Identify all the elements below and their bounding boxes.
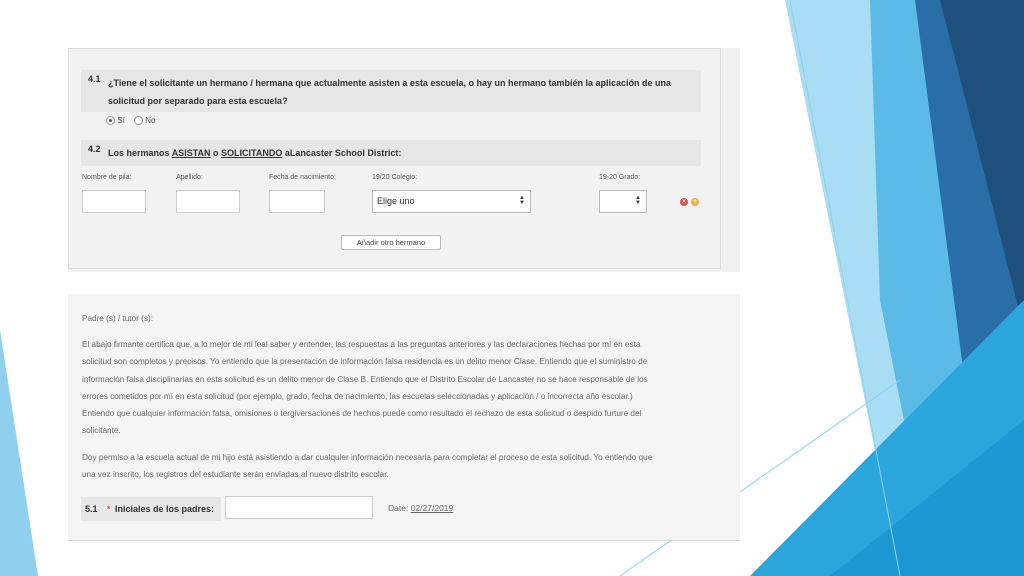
radio-option-si[interactable]: Sí bbox=[106, 116, 125, 126]
certification-paragraph-1: El abajo firmante certifica que, a lo me… bbox=[82, 336, 742, 440]
guardian-label: Padre (s) / tutor (s): bbox=[82, 314, 153, 323]
paragraph-line: solicitante. bbox=[82, 426, 121, 436]
certification-paragraph-2: Doy permiso a la escuela actual de mi hi… bbox=[82, 449, 742, 484]
grade-select[interactable]: ▲ ▼ bbox=[599, 190, 647, 213]
radio-label-si: Sí bbox=[117, 116, 125, 125]
paragraph-line: errores cometidos por mí en esta solicit… bbox=[82, 391, 633, 401]
last-name-input[interactable] bbox=[176, 190, 240, 213]
date-display: Date: 02/27/2019 bbox=[388, 503, 453, 513]
date-value: 02/27/2019 bbox=[410, 503, 454, 513]
left-light-wedge bbox=[0, 330, 38, 576]
radio-label-no: No bbox=[145, 116, 156, 125]
first-name-label: Nombre de pila: bbox=[82, 174, 132, 181]
required-mark: * bbox=[107, 504, 111, 514]
paragraph-line: El abajo firmante certifica que, a lo me… bbox=[82, 340, 641, 349]
remove-icon[interactable]: × bbox=[680, 198, 688, 206]
paragraph-line: información falsa disciplinarias en esta… bbox=[82, 374, 648, 384]
last-name-label: Apellido: bbox=[176, 174, 203, 181]
add-icon[interactable]: + bbox=[691, 198, 699, 206]
asistan-link: ASISTAN bbox=[171, 148, 211, 158]
question-connector: o bbox=[210, 148, 222, 158]
initials-label: Iniciales de los padres: bbox=[115, 504, 215, 514]
question-prefix: Los hermanos bbox=[108, 148, 172, 158]
select-arrows-icon: ▲ ▼ bbox=[519, 195, 525, 206]
question-4-1: 4.1 ¿Tiene el solicitante un hermano / h… bbox=[81, 70, 701, 112]
paragraph-line: solicitud son completos y precisos. Yo e… bbox=[82, 357, 648, 367]
radio-unselected-icon[interactable] bbox=[134, 116, 143, 126]
question-number: 5.1 bbox=[85, 504, 98, 514]
question-text-line-1: ¿Tiene el solicitante un hermano / herma… bbox=[108, 78, 672, 88]
question-number: 4.1 bbox=[88, 74, 101, 84]
radio-option-no[interactable]: No bbox=[134, 116, 156, 126]
select-arrows-icon: ▲ ▼ bbox=[635, 195, 641, 206]
paragraph-line: Entiendo que cualquier información falsa… bbox=[82, 409, 642, 419]
dob-label: Fecha de nacimiento: bbox=[269, 174, 336, 181]
question-number: 4.2 bbox=[88, 144, 101, 154]
question-5-1: 5.1 * Iniciales de los padres: bbox=[81, 497, 221, 521]
paragraph-line: una vez inscrito, los registros del estu… bbox=[82, 470, 389, 480]
first-name-input[interactable] bbox=[82, 190, 146, 213]
grade-label: 19-20 Grado: bbox=[599, 174, 641, 181]
add-sibling-button[interactable]: Añadir otro hermano bbox=[341, 235, 441, 250]
dob-input[interactable] bbox=[269, 190, 325, 213]
question-text-line-2: solicitud por separado para esta escuela… bbox=[108, 96, 288, 106]
school-label: 19/20 Colegio: bbox=[372, 174, 418, 181]
question-text: Los hermanos ASISTAN o SOLICITANDO aLanc… bbox=[108, 144, 401, 162]
question-text: ¿Tiene el solicitante un hermano / herma… bbox=[108, 74, 671, 110]
radio-selected-icon[interactable] bbox=[106, 116, 115, 126]
paragraph-line: Doy permiso a la escuela actual de mi hi… bbox=[82, 453, 653, 462]
date-label: Date: bbox=[388, 503, 409, 513]
school-select[interactable]: Elige uno ▲ ▼ bbox=[372, 190, 531, 213]
question-suffix: aLancaster School District: bbox=[282, 148, 402, 158]
school-select-value: Elige uno bbox=[377, 196, 415, 206]
parent-initials-input[interactable] bbox=[225, 496, 373, 519]
question-4-2: 4.2 Los hermanos ASISTAN o SOLICITANDO a… bbox=[81, 140, 701, 166]
solicitando-link: SOLICITANDO bbox=[221, 148, 283, 158]
